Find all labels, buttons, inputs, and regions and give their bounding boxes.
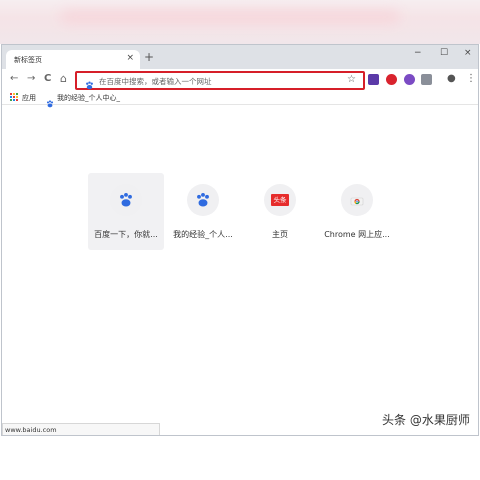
tile-label: 我的经验_个人... (173, 230, 233, 239)
toutiao-icon: 头条 (271, 194, 289, 206)
apps-grid-icon[interactable] (10, 93, 19, 102)
tile-chrome-web-store[interactable]: Chrome 网上应... (319, 173, 395, 250)
bookmark-apps[interactable]: 应用 (22, 93, 36, 103)
bookmarks-bar: 应用 我的经验_个人中心_ (2, 91, 478, 108)
tab-close-icon[interactable]: × (126, 53, 134, 63)
home-button[interactable]: ⌂ (60, 72, 67, 85)
reload-button[interactable]: C (44, 73, 51, 84)
tile-label: Chrome 网上应... (324, 230, 390, 239)
maximize-button[interactable]: ☐ (440, 48, 448, 58)
baidu-paw-icon (120, 192, 132, 207)
profile-icon[interactable]: ● (447, 73, 456, 84)
baidu-bookmark-icon (46, 93, 54, 112)
forward-button[interactable]: → (27, 73, 35, 84)
status-bar: www.baidu.com (2, 423, 160, 435)
tile-icon-circle: 头条 (264, 184, 296, 216)
screenshot-root: 新标签页 × + − ☐ × ← → C ⌂ 在百度中搜索，或者输入一个网址 ☆ (0, 0, 480, 480)
menu-icon[interactable]: ⋮ (466, 73, 476, 84)
minimize-button[interactable]: − (414, 48, 422, 58)
bottom-blank-area (0, 436, 480, 480)
browser-window: 新标签页 × + − ☐ × ← → C ⌂ 在百度中搜索，或者输入一个网址 ☆ (1, 44, 479, 436)
blurred-header-area (0, 0, 480, 44)
tile-baidu[interactable]: 百度一下，你就... (88, 173, 164, 250)
bookmark-my-experience[interactable]: 我的经验_个人中心_ (57, 93, 120, 103)
tile-icon-circle (110, 184, 142, 216)
extension-icon-4[interactable] (421, 74, 432, 85)
tile-label: 主页 (272, 230, 288, 239)
tile-icon-circle (187, 184, 219, 216)
baidu-paw-icon (197, 192, 209, 207)
address-bar-placeholder: 在百度中搜索，或者输入一个网址 (99, 77, 212, 86)
extension-icon-3[interactable] (404, 74, 415, 85)
tab-new-tab[interactable]: 新标签页 × (6, 50, 140, 70)
tab-title: 新标签页 (14, 56, 42, 64)
address-bar[interactable]: 在百度中搜索，或者输入一个网址 ☆ (75, 71, 365, 90)
watermark-text: 头条 @水果厨师 (382, 413, 470, 427)
close-window-button[interactable]: × (464, 48, 472, 58)
new-tab-button[interactable]: + (144, 50, 154, 64)
tile-icon-circle (341, 184, 373, 216)
tile-label: 百度一下，你就... (94, 230, 158, 239)
tile-homepage[interactable]: 头条 主页 (242, 173, 318, 250)
back-button[interactable]: ← (10, 73, 18, 84)
toolbar: ← → C ⌂ 在百度中搜索，或者输入一个网址 ☆ ● ⋮ (2, 69, 478, 91)
chrome-web-store-icon (350, 197, 364, 206)
bookmark-star-icon[interactable]: ☆ (347, 74, 356, 85)
extension-icon-1[interactable] (368, 74, 379, 85)
title-bar: 新标签页 × + − ☐ × (2, 45, 478, 70)
tile-my-experience[interactable]: 我的经验_个人... (165, 173, 241, 250)
extension-icon-2[interactable] (386, 74, 397, 85)
